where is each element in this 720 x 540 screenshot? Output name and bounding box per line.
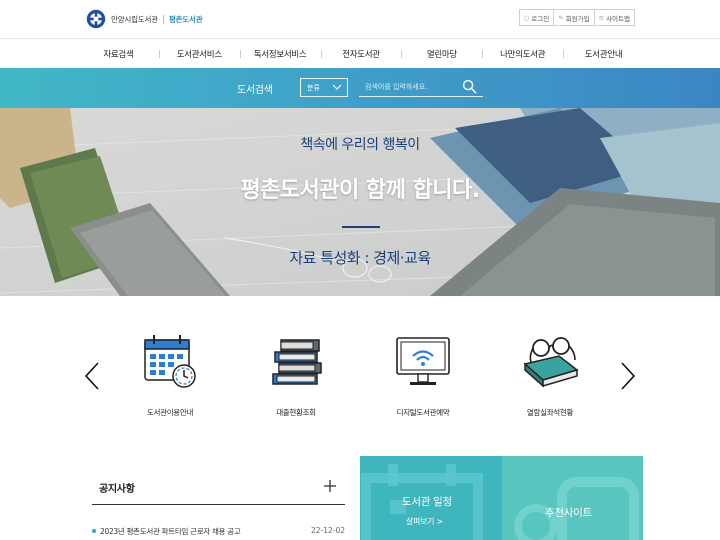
- hero-banner: 책속에 우리의 행복이 평촌도서관이 함께 합니다. 자료 특성화 : 경제·교…: [0, 108, 720, 296]
- notice-item-date: 22-12-02: [310, 526, 345, 535]
- category-select-value: 분류: [307, 83, 320, 92]
- notice-list-item[interactable]: 2023년 평촌도서관 파트타임 근로자 채용 공고 22-12-02: [92, 526, 345, 538]
- sitemap-label: 사이트맵: [606, 14, 630, 23]
- calendar-clock-icon: [144, 335, 196, 388]
- book-search-label: 도서검색: [237, 85, 273, 96]
- hero-tagline: 책속에 우리의 행복이: [300, 137, 420, 153]
- list-icon: ≡: [598, 13, 605, 22]
- signup-label: 회원가입: [565, 14, 590, 23]
- book-stack-icon: [272, 339, 322, 385]
- nav-item-library-service[interactable]: 도서관서비스: [158, 39, 240, 68]
- notice-divider: [92, 504, 345, 505]
- site-logo[interactable]: 안양시립도서관 평촌도서관: [86, 9, 203, 29]
- utility-menu: ○ 로그인 ✎ 회원가입 ≡ 사이트맵: [518, 9, 635, 26]
- recommended-sites-card[interactable]: 추천사이트: [502, 456, 643, 540]
- library-logo-icon: [86, 9, 106, 29]
- calendar-card-link[interactable]: 살펴보기 >: [406, 516, 443, 527]
- quick-menu-seat-status[interactable]: 열람실좌석현황: [495, 330, 605, 418]
- notice-item-title: 2023년 평촌도서관 파트타임 근로자 채용 공고: [100, 527, 241, 536]
- nav-item-e-library[interactable]: 전자도서관: [320, 39, 402, 68]
- hero-divider: [342, 226, 380, 228]
- nav-item-open-forum[interactable]: 열린마당: [401, 39, 482, 68]
- library-calendar-card[interactable]: 도서관 일정 살펴보기 >: [360, 456, 502, 540]
- hero-headline: 평촌도서관이 함께 합니다.: [240, 178, 480, 203]
- login-label: 로그인: [531, 14, 550, 23]
- logo-name: 안양시립도서관: [111, 14, 158, 24]
- plus-icon[interactable]: [323, 479, 337, 493]
- hero-specialization: 자료 특성화 : 경제·교육: [289, 249, 431, 267]
- quick-menu-label: 디지털도서관예약: [396, 408, 450, 417]
- quick-menu-label: 도서관이용안내: [146, 408, 194, 417]
- book-search-bar: 도서검색 분류: [0, 68, 720, 108]
- main-navigation: 자료검색 도서관서비스 독서정보서비스 전자도서관 열린마당 나만의도서관 도서…: [0, 38, 720, 68]
- quick-menu-library-guide[interactable]: 도서관이용안내: [115, 330, 225, 418]
- search-icon[interactable]: [462, 79, 477, 94]
- nav-item-search[interactable]: 자료검색: [78, 39, 159, 68]
- recommend-watermark-icon: [514, 477, 639, 540]
- signup-button[interactable]: ✎ 회원가입: [554, 9, 595, 26]
- category-select[interactable]: 분류: [300, 78, 348, 97]
- pen-icon: ✎: [558, 13, 564, 22]
- quick-menu-label: 열람실좌석현황: [526, 408, 574, 417]
- nav-item-library-guide[interactable]: 도서관안내: [563, 39, 644, 68]
- sitemap-button[interactable]: ≡ 사이트맵: [594, 9, 635, 26]
- calendar-card-title: 도서관 일정: [402, 496, 452, 508]
- top-header: 안양시립도서관 평촌도서관 ○ 로그인 ✎ 회원가입 ≡ 사이트맵: [0, 0, 720, 38]
- login-button[interactable]: ○ 로그인: [518, 9, 555, 26]
- bullet-icon: [92, 529, 96, 533]
- recommend-card-title: 추천사이트: [545, 507, 592, 519]
- quick-menu-digital-reservation[interactable]: 디지털도서관예약: [368, 330, 478, 418]
- monitor-wifi-icon: [396, 337, 450, 385]
- chevron-right-icon[interactable]: [618, 361, 638, 391]
- quick-menu-label: 대출현황조회: [276, 408, 316, 417]
- quick-menu-loan-status[interactable]: 대출현황조회: [241, 330, 351, 418]
- chevron-left-icon[interactable]: [82, 361, 102, 391]
- chevron-down-icon: [332, 84, 342, 90]
- person-icon: ○: [523, 13, 530, 22]
- nav-item-my-library[interactable]: 나만의도서관: [482, 39, 563, 68]
- notice-title: 공지사항: [99, 484, 135, 495]
- logo-branch: 평촌도서관: [168, 14, 203, 24]
- logo-divider: [162, 14, 164, 24]
- nav-item-reading-info[interactable]: 독서정보서비스: [239, 39, 321, 68]
- book-glasses-icon: [523, 337, 579, 388]
